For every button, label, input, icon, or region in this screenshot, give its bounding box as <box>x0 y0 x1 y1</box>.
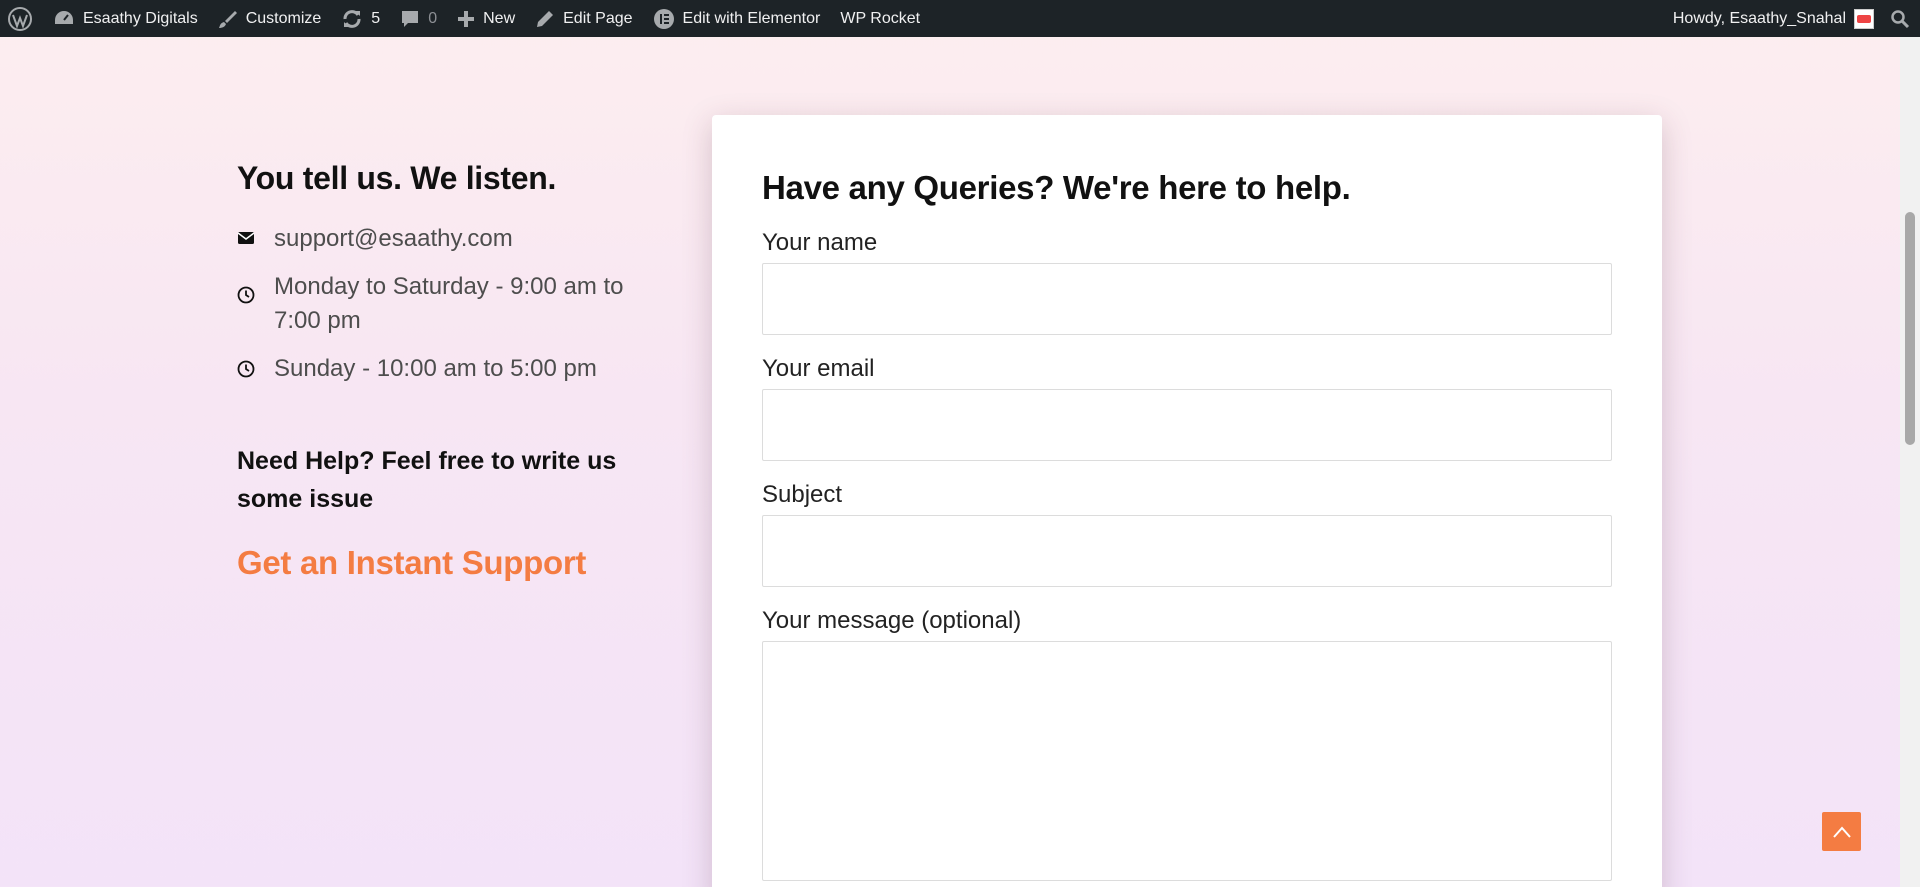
admin-bar-secondary: Howdy, Esaathy_Snahal <box>1663 0 1920 37</box>
weekday-hours: Monday to Saturday - 9:00 am to 7:00 pm <box>274 273 624 334</box>
customize-menu[interactable]: Customize <box>208 0 332 37</box>
new-label: New <box>483 9 516 27</box>
list-item: Monday to Saturday - 9:00 am to 7:00 pm <box>237 270 677 338</box>
chevron-up-icon <box>1832 825 1851 838</box>
wordpress-icon <box>8 6 32 31</box>
clock-icon <box>237 270 274 309</box>
message-textarea[interactable] <box>762 641 1612 881</box>
howdy-label: Howdy, Esaathy_Snahal <box>1672 9 1846 27</box>
email-input[interactable] <box>762 389 1612 461</box>
brush-icon <box>218 10 237 28</box>
list-item: support@esaathy.com <box>237 222 677 256</box>
contact-form: Your name Your email Subject Your messag… <box>762 229 1612 881</box>
name-input[interactable] <box>762 263 1612 335</box>
form-heading: Have any Queries? We're here to help. <box>762 169 1351 206</box>
email-label: Your email <box>762 355 875 382</box>
comments-count: 0 <box>428 9 438 27</box>
updates-icon <box>343 9 361 28</box>
wordpress-logo-menu[interactable] <box>0 0 43 37</box>
site-name-menu[interactable]: Esaathy Digitals <box>43 0 208 37</box>
name-label: Your name <box>762 229 878 256</box>
edit-page-menu[interactable]: Edit Page <box>525 0 642 37</box>
pencil-icon <box>537 10 554 27</box>
comments-icon <box>402 10 419 27</box>
edit-with-elementor-menu[interactable]: Edit with Elementor <box>643 0 831 37</box>
scroll-to-top-button[interactable] <box>1822 812 1861 851</box>
edit-with-elementor-label: Edit with Elementor <box>682 9 821 27</box>
clock-icon <box>237 352 274 383</box>
admin-search-button[interactable] <box>1880 0 1920 37</box>
subject-input[interactable] <box>762 515 1612 587</box>
dashboard-icon <box>55 10 73 24</box>
help-text: Need Help? Feel free to write us some is… <box>237 447 617 513</box>
contact-info-list: support@esaathy.com Monday to Saturday -… <box>237 222 677 386</box>
admin-bar: Esaathy Digitals Customize 5 0 New Edit … <box>0 0 1920 37</box>
contact-info-section: You tell us. We listen. support@esaathy.… <box>237 160 677 582</box>
wp-rocket-label: WP Rocket <box>840 9 921 27</box>
edit-page-label: Edit Page <box>563 9 633 27</box>
site-name-label: Esaathy Digitals <box>83 9 198 27</box>
envelope-icon <box>237 222 274 251</box>
message-label: Your message (optional) <box>762 607 1022 634</box>
new-content-menu[interactable]: New <box>447 0 525 37</box>
plus-icon <box>458 10 475 27</box>
updates-menu[interactable]: 5 <box>331 0 390 37</box>
wp-rocket-menu[interactable]: WP Rocket <box>830 0 930 37</box>
subject-label: Subject <box>762 481 843 508</box>
list-item: Sunday - 10:00 am to 5:00 pm <box>237 352 677 386</box>
updates-count: 5 <box>371 9 381 27</box>
search-icon <box>1891 9 1910 28</box>
contact-form-card: Have any Queries? We're here to help. Yo… <box>712 115 1662 887</box>
scrollbar-thumb[interactable] <box>1905 212 1915 445</box>
sunday-hours: Sunday - 10:00 am to 5:00 pm <box>274 355 597 382</box>
customize-label: Customize <box>245 9 322 27</box>
instant-support-link[interactable]: Get an Instant Support <box>237 544 677 582</box>
page-scrollbar[interactable] <box>1900 37 1920 887</box>
avatar <box>1854 8 1874 29</box>
comments-menu[interactable]: 0 <box>390 0 447 37</box>
elementor-icon <box>653 8 674 29</box>
contact-info-heading: You tell us. We listen. <box>237 160 557 196</box>
support-email[interactable]: support@esaathy.com <box>274 222 513 256</box>
my-account-menu[interactable]: Howdy, Esaathy_Snahal <box>1663 0 1880 37</box>
